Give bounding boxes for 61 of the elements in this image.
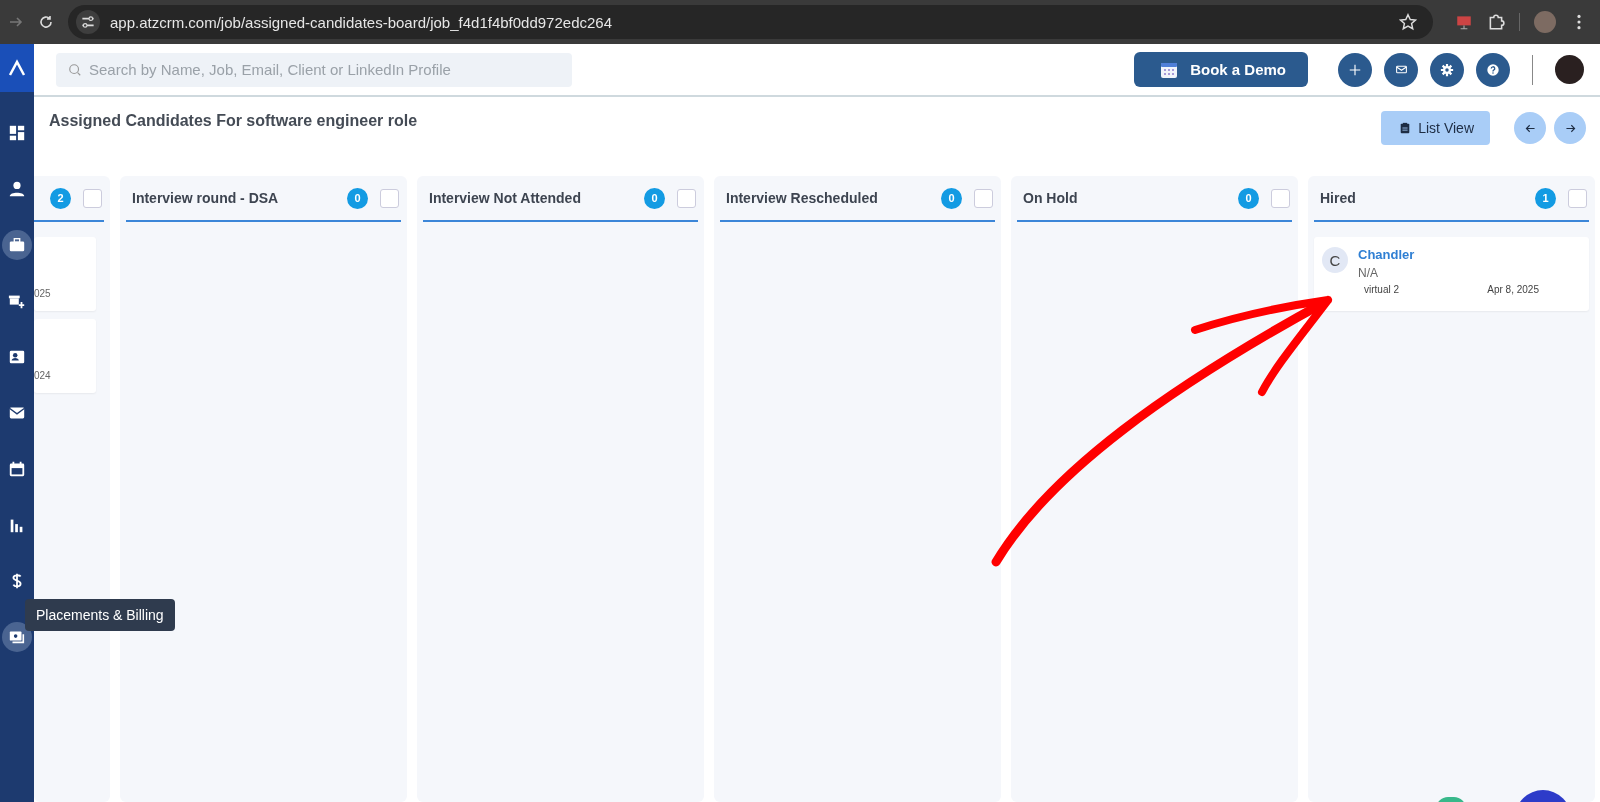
card-source: virtual 2 xyxy=(1364,284,1399,295)
extensions-puzzle-icon[interactable] xyxy=(1487,13,1505,31)
mail-icon xyxy=(1394,63,1408,76)
user-avatar[interactable] xyxy=(1555,55,1584,84)
contact-card-icon xyxy=(8,348,26,366)
column-title: Interview Not Attended xyxy=(429,190,581,206)
settings-icon xyxy=(1440,62,1454,77)
count-badge: 2 xyxy=(50,187,71,209)
count-badge: 0 xyxy=(941,187,962,209)
extension-monitor-icon[interactable] xyxy=(1455,13,1473,31)
candidate-name[interactable]: Chandler xyxy=(1358,247,1581,262)
search-field[interactable]: Search by Name, Job, Email, Client or LinkedIn Profile xyxy=(56,52,572,87)
help-button[interactable] xyxy=(1476,52,1510,87)
candidate-subtitle: N/A xyxy=(1358,266,1379,280)
mail-button[interactable] xyxy=(1384,52,1418,87)
calendar-icon xyxy=(1160,60,1179,79)
briefcase-icon xyxy=(8,236,26,254)
site-settings-icon[interactable] xyxy=(76,10,100,34)
clipboard-icon xyxy=(1399,122,1412,134)
calendar-icon xyxy=(8,460,26,478)
bookmark-star-icon[interactable] xyxy=(1399,13,1417,31)
column-title: On Hold xyxy=(1023,190,1078,206)
card-date: Apr 8, 2025 xyxy=(1487,284,1539,295)
column-title: Interview Rescheduled xyxy=(726,190,878,206)
add-button[interactable] xyxy=(1338,52,1372,87)
candidate-card[interactable]: 024 xyxy=(34,319,96,393)
candidate-card[interactable]: C Chandler N/A virtual 2 Apr 8, 2025 xyxy=(1314,237,1589,311)
card-date: 024 xyxy=(34,370,51,381)
card-date: 025 xyxy=(34,288,51,299)
url-text: app.atzcrm.com/job/assigned-candidates-board/job_f4d1f4bf0dd972edc264 xyxy=(110,13,613,31)
column-checkbox[interactable] xyxy=(677,188,696,208)
tooltip: Placements & Billing xyxy=(25,599,175,631)
previous-button[interactable] xyxy=(1514,112,1546,144)
sidebar-item[interactable] xyxy=(2,230,32,260)
count-badge: 1 xyxy=(1535,187,1556,209)
column-checkbox[interactable] xyxy=(380,188,399,208)
candidate-avatar: C xyxy=(1322,247,1348,273)
column-checkbox[interactable] xyxy=(83,188,102,208)
reload-icon[interactable] xyxy=(38,14,54,30)
settings-button[interactable] xyxy=(1430,52,1464,87)
next-button[interactable] xyxy=(1554,112,1586,144)
person-icon xyxy=(8,180,26,198)
column-checkbox[interactable] xyxy=(1271,188,1290,208)
dashboard-icon xyxy=(8,124,26,142)
column-checkbox[interactable] xyxy=(974,188,993,208)
address-bar[interactable]: app.atzcrm.com/job/assigned-candidates-board/job_f4d1f4bf0dd972edc264 xyxy=(68,5,1433,39)
plus-icon xyxy=(1348,62,1362,77)
search-icon xyxy=(68,62,82,77)
count-badge: 0 xyxy=(1238,187,1259,209)
book-demo-button[interactable]: Book a Demo xyxy=(1134,52,1308,87)
sidebar-item[interactable] xyxy=(2,622,32,652)
column-checkbox[interactable] xyxy=(1568,188,1587,208)
count-badge: 0 xyxy=(347,187,368,209)
help-icon xyxy=(1486,62,1500,77)
page-title: Assigned Candidates For software engineer role xyxy=(49,112,418,130)
logo-icon[interactable] xyxy=(0,44,34,92)
column-title: Hired xyxy=(1320,190,1356,206)
count-badge: 0 xyxy=(644,187,665,209)
list-view-button[interactable]: List View xyxy=(1381,111,1490,145)
candidate-card[interactable]: 025 xyxy=(34,237,96,311)
column-title: Interview round - DSA xyxy=(132,190,279,206)
